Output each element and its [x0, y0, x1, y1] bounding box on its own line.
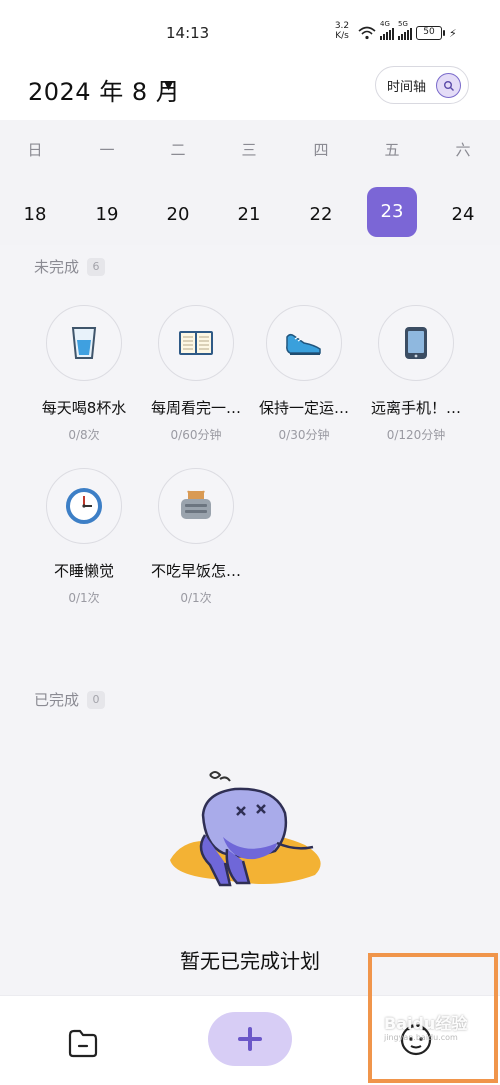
status-icons: 4G 5G 50 ⚡ — [358, 20, 457, 44]
month-title[interactable]: 2024 年 8 月 — [28, 72, 180, 107]
empty-state-illustration — [170, 771, 321, 887]
weekday-sun: 日 — [27, 141, 43, 159]
book-icon — [179, 331, 213, 355]
folder-icon[interactable] — [66, 1026, 100, 1060]
habit-progress: 0/1次 — [68, 591, 100, 605]
week-strip: 日 一 二 三 四 五 六 18 19 20 21 22 23 24 — [0, 120, 500, 245]
wifi-icon — [358, 26, 376, 40]
date-cell[interactable]: 19 — [82, 204, 132, 225]
habit-item[interactable]: 不睡懒觉 0/1次 — [29, 468, 139, 606]
status-bar: 14:13 3.2 K/s 4G 5G 50 ⚡ — [0, 0, 500, 60]
signal-2-tag: 5G — [398, 20, 408, 28]
network-speed-unit: K/s — [335, 31, 349, 41]
completed-section-label: 已完成 0 — [34, 689, 106, 710]
date-cell[interactable]: 22 — [296, 204, 346, 225]
timeline-label: 时间轴 — [387, 79, 427, 95]
signal-1-icon: 4G — [380, 20, 394, 40]
date-row: 18 19 20 21 22 23 24 — [0, 187, 500, 242]
signal-2-icon: 5G — [398, 20, 412, 40]
habit-progress: 0/8次 — [68, 428, 100, 442]
incomplete-label: 未完成 — [34, 258, 80, 276]
weekday-row: 日 一 二 三 四 五 六 — [0, 136, 500, 166]
habit-icon-circle — [158, 305, 234, 381]
date-cell[interactable]: 21 — [224, 204, 274, 225]
habit-item[interactable]: 保持一定运… 0/30分钟 — [249, 305, 359, 443]
habit-progress: 0/120分钟 — [386, 428, 446, 442]
caret-down-icon[interactable]: ▼ — [164, 78, 173, 92]
plus-icon — [238, 1027, 262, 1051]
date-cell[interactable]: 18 — [10, 204, 60, 225]
habit-item[interactable]: 每天喝8杯水 0/8次 — [29, 305, 139, 443]
weekday-fri: 五 — [384, 141, 400, 159]
weekday-mon: 一 — [99, 141, 115, 159]
habit-name: 不吃早饭怎… — [150, 562, 241, 580]
habit-item[interactable]: 不吃早饭怎… 0/1次 — [141, 468, 251, 606]
habit-name: 不睡懒觉 — [53, 562, 114, 580]
habit-name: 每周看完一… — [150, 399, 241, 417]
header: 2024 年 8 月 ▼ 时间轴 — [0, 60, 500, 120]
network-speed: 3.2 K/s — [332, 21, 352, 41]
timeline-search-icon — [436, 73, 461, 98]
weekday-thu: 四 — [313, 141, 329, 159]
water-glass-icon — [71, 327, 97, 359]
watermark-text: Baidu经验 — [384, 1014, 468, 1033]
weekday-tue: 二 — [170, 141, 186, 159]
timeline-button[interactable]: 时间轴 — [375, 66, 469, 104]
habit-icon-circle — [158, 468, 234, 544]
empty-state-text: 暂无已完成计划 — [180, 949, 320, 973]
habit-icon-circle — [378, 305, 454, 381]
date-cell[interactable]: 24 — [438, 204, 488, 225]
habit-icon-circle — [46, 468, 122, 544]
watermark-url: jingyan.baidu.com — [384, 1033, 458, 1042]
habit-progress: 0/1次 — [180, 591, 212, 605]
incomplete-count-badge: 6 — [87, 257, 106, 276]
add-plan-button[interactable] — [208, 1012, 292, 1066]
habit-progress: 0/60分钟 — [170, 428, 222, 442]
habit-name: 每天喝8杯水 — [41, 399, 127, 417]
date-cell-selected[interactable]: 23 — [367, 187, 417, 237]
habit-item[interactable]: 远离手机！… 0/120分钟 — [361, 305, 471, 443]
status-time: 14:13 — [166, 24, 210, 42]
sneaker-icon — [286, 333, 321, 355]
date-cell[interactable]: 20 — [153, 204, 203, 225]
toaster-icon — [181, 490, 211, 519]
completed-count-badge: 0 — [87, 690, 106, 709]
habit-icon-circle — [46, 305, 122, 381]
charging-icon: ⚡ — [449, 26, 457, 40]
battery-icon: 50 — [416, 26, 445, 40]
habit-name: 保持一定运… — [258, 399, 349, 417]
weekday-wed: 三 — [241, 141, 257, 159]
phone-icon — [405, 327, 427, 359]
weekday-sat: 六 — [455, 141, 471, 159]
completed-label: 已完成 — [34, 691, 80, 709]
network-speed-value: 3.2 — [334, 21, 350, 31]
habit-item[interactable]: 每周看完一… 0/60分钟 — [141, 305, 251, 443]
signal-1-tag: 4G — [380, 20, 390, 28]
incomplete-section-label: 未完成 6 — [34, 256, 106, 277]
clock-icon — [66, 488, 102, 524]
habit-progress: 0/30分钟 — [278, 428, 330, 442]
habit-name: 远离手机！… — [370, 399, 461, 417]
habit-icon-circle — [266, 305, 342, 381]
